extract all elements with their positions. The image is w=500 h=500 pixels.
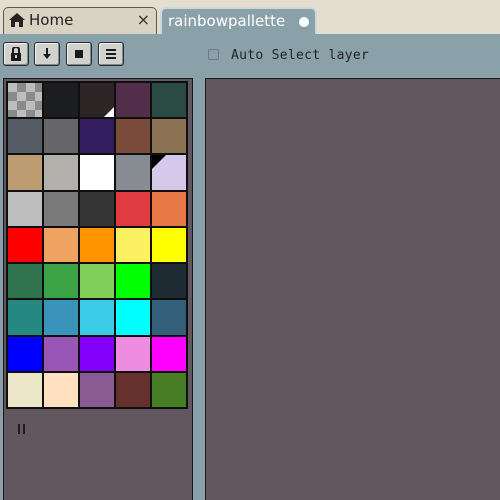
swatch-transparent[interactable] xyxy=(8,83,42,118)
layer-panel xyxy=(200,74,500,500)
close-icon[interactable]: × xyxy=(137,10,150,29)
color-swatch[interactable] xyxy=(44,119,78,154)
color-swatch[interactable] xyxy=(8,300,42,335)
color-swatch[interactable] xyxy=(44,264,78,299)
square-icon xyxy=(75,50,83,58)
color-swatch[interactable] xyxy=(116,191,150,226)
color-swatch[interactable] xyxy=(8,336,42,371)
color-swatch[interactable] xyxy=(152,119,186,154)
color-swatch[interactable] xyxy=(152,264,186,299)
layer-list-area[interactable] xyxy=(205,78,500,500)
color-swatch[interactable] xyxy=(116,227,150,263)
color-swatch[interactable] xyxy=(80,83,114,118)
color-swatch[interactable] xyxy=(116,83,150,118)
lock-icon xyxy=(11,47,21,61)
color-swatch[interactable] xyxy=(116,300,150,335)
color-swatch[interactable] xyxy=(80,191,114,226)
tab-home[interactable]: Home × xyxy=(3,7,157,34)
color-swatch[interactable] xyxy=(80,300,114,335)
color-swatch[interactable] xyxy=(116,372,150,407)
color-swatch[interactable] xyxy=(80,264,114,299)
color-swatch[interactable] xyxy=(152,227,186,263)
color-swatch[interactable] xyxy=(152,300,186,335)
color-swatch[interactable] xyxy=(152,191,186,226)
color-swatch[interactable] xyxy=(80,155,114,190)
tab-bar: Home × rainbowpallette xyxy=(0,0,500,34)
color-swatch[interactable] xyxy=(80,227,114,263)
tab-rainbowpallette[interactable]: rainbowpallette xyxy=(160,7,317,34)
pause-icon[interactable] xyxy=(18,424,26,434)
color-swatch[interactable] xyxy=(44,300,78,335)
color-swatch[interactable] xyxy=(152,83,186,118)
color-swatch[interactable] xyxy=(44,83,78,118)
color-swatch[interactable] xyxy=(44,155,78,190)
color-swatch[interactable] xyxy=(8,227,42,263)
palette-container xyxy=(3,78,193,500)
stop-button[interactable] xyxy=(66,42,92,66)
lock-button[interactable] xyxy=(3,42,29,66)
auto-select-label: Auto Select layer xyxy=(231,48,370,63)
color-swatch[interactable] xyxy=(8,372,42,407)
color-swatch[interactable] xyxy=(152,372,186,407)
color-swatch[interactable] xyxy=(8,155,42,190)
toolbar: Auto Select layer xyxy=(0,34,500,74)
color-swatch[interactable] xyxy=(152,336,186,371)
download-button[interactable] xyxy=(34,42,60,66)
color-swatch[interactable] xyxy=(44,336,78,371)
color-swatch[interactable] xyxy=(44,227,78,263)
auto-select-checkbox[interactable] xyxy=(208,49,219,60)
color-swatch[interactable] xyxy=(116,119,150,154)
color-swatch[interactable] xyxy=(116,336,150,371)
color-swatch[interactable] xyxy=(152,155,186,190)
menu-icon xyxy=(106,49,116,59)
color-swatch[interactable] xyxy=(116,264,150,299)
menu-button[interactable] xyxy=(98,42,124,66)
home-icon xyxy=(9,13,25,27)
color-swatch[interactable] xyxy=(8,191,42,226)
unsaved-dot-icon xyxy=(299,17,309,27)
tab-rainbowpallette-label: rainbowpallette xyxy=(168,12,286,30)
color-swatch[interactable] xyxy=(80,119,114,154)
download-arrow-icon xyxy=(43,48,51,59)
color-swatch[interactable] xyxy=(8,119,42,154)
color-swatch[interactable] xyxy=(44,372,78,407)
palette-grid xyxy=(6,81,188,409)
tab-home-label: Home xyxy=(29,11,74,29)
color-swatch[interactable] xyxy=(44,191,78,226)
color-swatch[interactable] xyxy=(80,336,114,371)
color-swatch[interactable] xyxy=(80,372,114,407)
color-swatch[interactable] xyxy=(8,264,42,299)
color-swatch[interactable] xyxy=(116,155,150,190)
palette-panel xyxy=(0,74,200,500)
